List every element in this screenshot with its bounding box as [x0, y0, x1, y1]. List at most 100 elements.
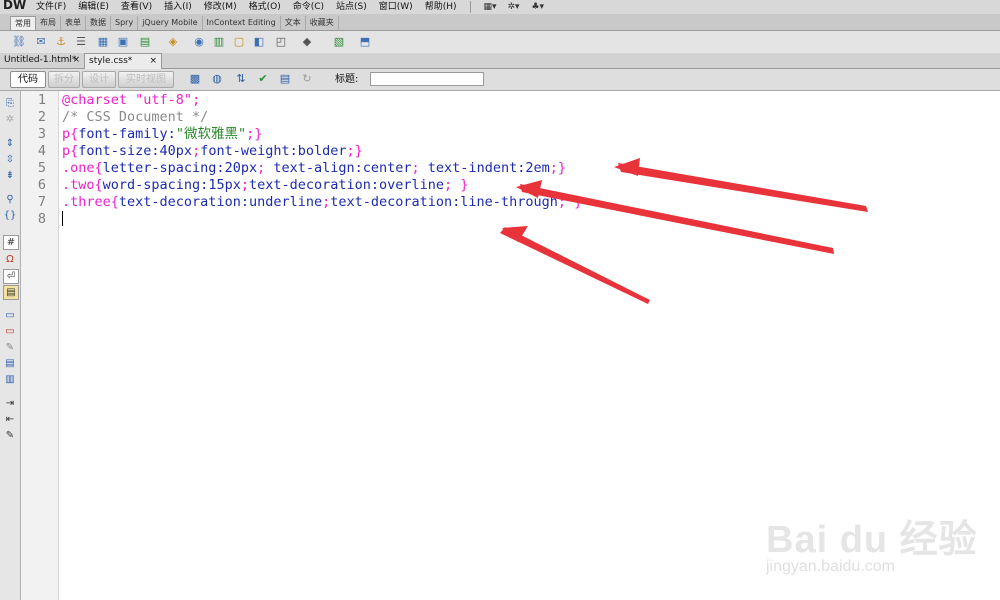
anchor-icon[interactable]: ⚓ — [54, 35, 68, 49]
refresh-icon[interactable]: ↻ — [300, 72, 314, 86]
code-editor[interactable]: @charset "utf-8"; /* CSS Document */ p{f… — [62, 91, 1000, 600]
code-line[interactable]: p{font-size:40px;font-weight:bolder;} — [62, 143, 363, 160]
layout-icon[interactable]: ▦▾ — [483, 2, 496, 12]
tag-chooser-icon[interactable]: ▧ — [332, 35, 346, 49]
code-token: ; } — [444, 177, 469, 193]
code-token: text-indent: — [427, 160, 526, 176]
collapse-selection-icon[interactable]: ⇳ — [3, 153, 17, 166]
doc-tab-label: style.css* — [89, 56, 133, 66]
div-icon[interactable]: ▣ — [116, 35, 130, 49]
hyperlink-icon[interactable]: ⛓ — [12, 35, 26, 49]
highlight-invalid-icon[interactable]: Ω — [3, 253, 17, 266]
menu-commands[interactable]: 命令(C) — [289, 0, 328, 14]
menu-view[interactable]: 查看(V) — [117, 0, 156, 14]
tab-incontext-editing[interactable]: InContext Editing — [203, 16, 281, 30]
insert-panel-tabs: 常用 布局 表单 数据 Spry jQuery Mobile InContext… — [0, 14, 1000, 31]
code-line[interactable]: @charset "utf-8"; — [62, 92, 200, 109]
tab-forms[interactable]: 表单 — [61, 16, 86, 30]
code-line[interactable]: .two{word-spacing:15px;text-decoration:o… — [62, 177, 468, 194]
open-documents-icon[interactable]: ⎘ — [3, 97, 17, 110]
outdent-icon[interactable]: ⇤ — [3, 413, 17, 426]
menu-help[interactable]: 帮助(H) — [421, 0, 461, 14]
head-icon[interactable]: ◧ — [252, 35, 266, 49]
wrap-tag-icon[interactable]: ✎ — [3, 341, 17, 354]
menu-insert[interactable]: 插入(I) — [160, 0, 196, 14]
collapse-full-tag-icon[interactable]: ⇕ — [3, 137, 17, 150]
code-line[interactable]: .three{text-decoration:underline;text-de… — [62, 194, 582, 211]
code-token: line-through — [460, 194, 558, 210]
line-numbers-icon[interactable]: # — [3, 235, 19, 250]
code-token: text-align: — [273, 160, 363, 176]
menu-edit[interactable]: 编辑(E) — [74, 0, 113, 14]
expand-all-icon[interactable]: ⇟ — [3, 169, 17, 182]
indent-icon[interactable]: ⇥ — [3, 397, 17, 410]
template-icon[interactable]: ◆ — [300, 35, 314, 49]
horizontal-rule-icon[interactable]: ☰ — [74, 35, 88, 49]
coding-toolbar: ⎘ ✲ ⇕ ⇳ ⇟ ⚲ {} # Ω ⏎ ▤ ▭ ▭ ✎ ▤ ▥ ⇥ ⇤ ✎ — [0, 91, 21, 600]
recent-snippets-icon[interactable]: ▤ — [3, 357, 17, 370]
code-token: underline — [248, 194, 323, 210]
balance-braces-icon[interactable]: {} — [3, 209, 17, 222]
split-view-button[interactable]: 拆分 — [48, 71, 80, 88]
line-number: 7 — [37, 194, 46, 210]
remove-comment-icon[interactable]: ▭ — [3, 325, 17, 338]
file-management-icon[interactable]: ⇅ — [234, 72, 248, 86]
close-icon[interactable]: × — [149, 54, 157, 69]
word-wrap-icon[interactable]: ⏎ — [3, 269, 19, 284]
menu-site[interactable]: 站点(S) — [332, 0, 371, 14]
media-icon[interactable]: ◈ — [166, 35, 180, 49]
code-token: center — [362, 160, 412, 176]
design-view-button[interactable]: 设计 — [82, 71, 116, 88]
menu-modify[interactable]: 修改(M) — [200, 0, 241, 14]
tab-data[interactable]: 数据 — [86, 16, 111, 30]
validate-icon[interactable]: ✔ — [256, 72, 270, 86]
gear-icon[interactable]: ✲▾ — [507, 2, 519, 12]
document-tabs: Untitled-1.html* × style.css* × — [0, 53, 1000, 69]
line-number: 8 — [37, 211, 46, 227]
live-view-button[interactable]: 实时视图 — [118, 71, 174, 88]
code-token: ; — [192, 143, 201, 159]
apply-comment-icon[interactable]: ▭ — [3, 309, 17, 322]
doc-tab-label: Untitled-1.html* — [4, 55, 77, 65]
multiscreen-icon[interactable]: ▩ — [188, 72, 202, 86]
image-icon[interactable]: ▤ — [138, 35, 152, 49]
menu-format[interactable]: 格式(O) — [245, 0, 285, 14]
code-line[interactable]: p{font-family:"微软雅黑";} — [62, 126, 262, 143]
select-parent-tag-icon[interactable]: ⚲ — [3, 193, 17, 206]
code-token: .one{ — [62, 160, 103, 176]
tab-layout[interactable]: 布局 — [36, 16, 61, 30]
tab-spry[interactable]: Spry — [111, 16, 139, 30]
code-line[interactable]: /* CSS Document */ — [62, 109, 208, 126]
show-code-navigator-icon[interactable]: ✲ — [3, 113, 17, 126]
menu-window[interactable]: 窗口(W) — [375, 0, 417, 14]
code-line[interactable]: .one{letter-spacing:20px; text-align:cen… — [62, 160, 566, 177]
preview-browser-icon[interactable]: ◍ — [210, 72, 224, 86]
tab-jquery-mobile[interactable]: jQuery Mobile — [138, 16, 203, 30]
line-number: 2 — [37, 109, 46, 125]
email-link-icon[interactable]: ✉ — [34, 35, 48, 49]
script-icon[interactable]: ◰ — [274, 35, 288, 49]
close-icon[interactable]: × — [72, 53, 80, 68]
site-icon[interactable]: ♣▾ — [531, 2, 544, 12]
visual-aids-icon[interactable]: ▤ — [278, 72, 292, 86]
comment-icon[interactable]: ▢ — [232, 35, 246, 49]
menu-file[interactable]: 文件(F) — [32, 0, 70, 14]
insert-toolbar: ⛓ ✉ ⚓ ☰ ▦ ▣ ▤ ◈ ◉ ▥ ▢ ◧ ◰ ◆ ▧ ⬒ — [0, 31, 1000, 54]
date-icon[interactable]: ◉ — [192, 35, 206, 49]
tab-text[interactable]: 文本 — [281, 16, 306, 30]
format-source-icon[interactable]: ✎ — [3, 429, 17, 442]
title-input[interactable] — [370, 72, 484, 86]
tab-favorites[interactable]: 收藏夹 — [306, 16, 339, 30]
server-side-include-icon[interactable]: ▥ — [212, 35, 226, 49]
tab-common[interactable]: 常用 — [10, 16, 36, 30]
move-css-icon[interactable]: ▥ — [3, 373, 17, 386]
code-token: 20px — [224, 160, 258, 176]
syntax-coloring-icon[interactable]: ▤ — [3, 285, 19, 300]
code-token: 15px — [208, 177, 241, 193]
code-view-button[interactable]: 代码 — [10, 71, 46, 88]
browser-check-icon[interactable]: ⬒ — [358, 35, 372, 49]
code-token: word-spacing: — [102, 177, 209, 193]
doc-tab-untitled[interactable]: Untitled-1.html* × — [0, 53, 84, 68]
table-icon[interactable]: ▦ — [96, 35, 110, 49]
doc-tab-style-css[interactable]: style.css* × — [84, 53, 162, 69]
